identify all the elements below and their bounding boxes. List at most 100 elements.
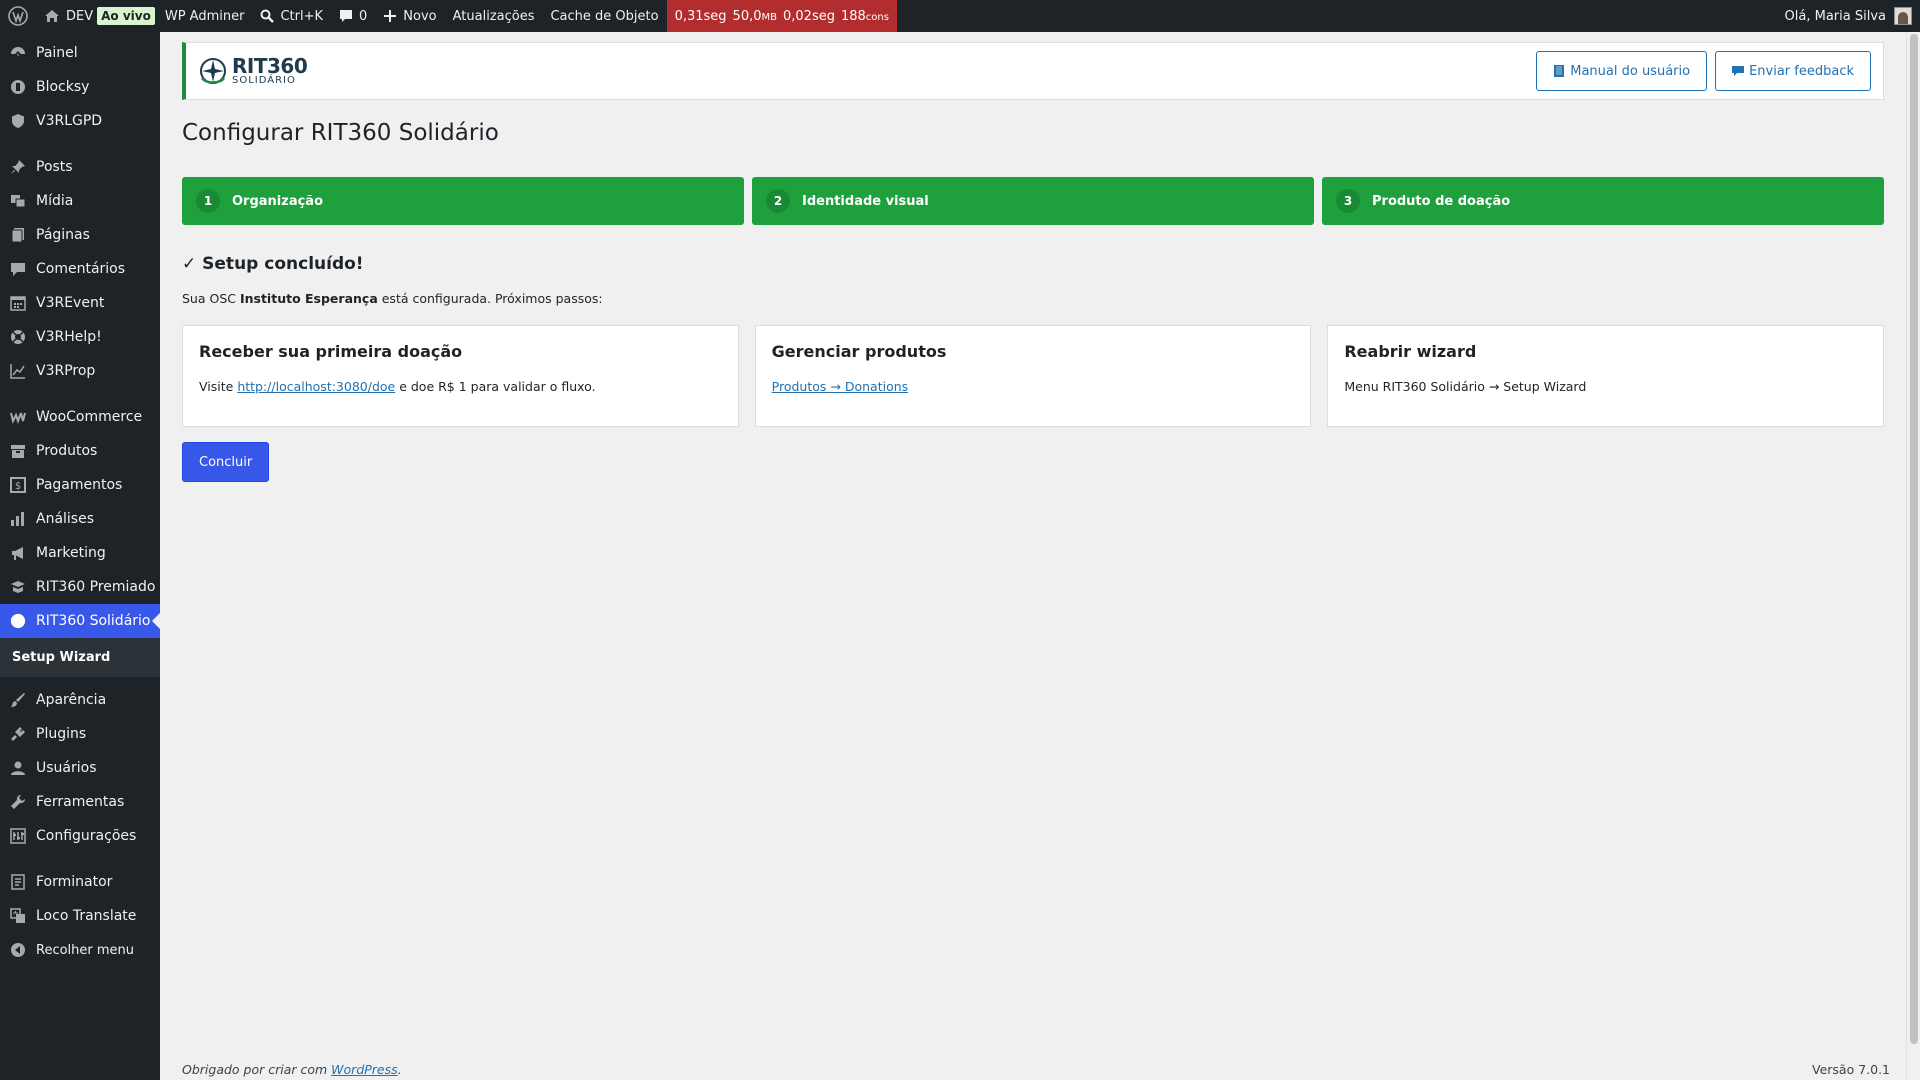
products-donations-link[interactable]: Produtos → Donations [772,379,908,394]
send-feedback-button[interactable]: Enviar feedback [1715,51,1871,91]
comments-link[interactable]: 0 [331,0,375,32]
plus-icon [384,10,397,22]
sidebar-item-v3rlgpd[interactable]: V3RLGPD [0,104,160,138]
sidebar-item-produtos[interactable]: Produtos [0,434,160,468]
sidebar-item-configuracoes[interactable]: Configurações [0,819,160,853]
command-search[interactable]: Ctrl+K [252,0,331,32]
megaphone-icon [10,545,26,561]
memory-usage: 50,0MB [732,8,777,24]
organization-name: Instituto Esperança [239,291,378,306]
sidebar-item-comentarios[interactable]: Comentários [0,252,160,286]
media-icon [10,193,26,209]
sidebar-item-label: Configurações [36,828,137,844]
step-number: 3 [1336,189,1360,213]
page-title: Configurar RIT360 Solidário [182,120,499,146]
sidebar-item-label: V3RProp [36,363,96,379]
feedback-icon [1732,66,1745,76]
sidebar-item-aparencia[interactable]: Aparência [0,683,160,717]
sidebar-item-posts[interactable]: Posts [0,150,160,184]
sidebar-item-v3revent[interactable]: V3REvent [0,286,160,320]
user-greeting: Olá, Maria Silva [1784,8,1886,24]
sidebar-item-label: Produtos [36,443,98,459]
chart-line-icon [10,363,26,379]
site-name-link[interactable]: DEV [36,0,101,32]
updates-link[interactable]: Atualizações [445,0,543,32]
object-cache-label: Cache de Objeto [550,8,659,24]
submenu-rit360-solidario: Setup Wizard [0,638,160,677]
sidebar-item-label: Ferramentas [36,794,125,810]
sidebar-item-forminator[interactable]: Forminator [0,865,160,899]
sidebar-item-usuarios[interactable]: Usuários [0,751,160,785]
logo-sub-text: SOLIDÁRIO [232,75,296,86]
award-icon [10,579,26,595]
scrollbar-thumb[interactable] [1910,34,1918,1044]
logo-main-text: RIT360 [232,54,308,78]
new-content-link[interactable]: Novo [375,0,444,32]
sidebar-item-label: Blocksy [36,79,90,95]
sidebar-item-label: Mídia [36,193,74,209]
collapse-menu-label: Recolher menu [36,942,135,958]
user-manual-label: Manual do usuário [1570,63,1691,79]
sidebar-item-rit360-solidario[interactable]: RIT360 Solidário [0,604,160,638]
user-account-link[interactable]: Olá, Maria Silva [1777,0,1912,32]
sidebar-item-marketing[interactable]: Marketing [0,536,160,570]
step-produto-de-doacao[interactable]: 3 Produto de doação [1322,177,1884,225]
updates-label: Atualizações [452,8,535,24]
wordpress-logo-icon[interactable] [0,0,36,32]
home-icon [45,10,59,22]
live-badge[interactable]: Ao vivo [97,7,155,25]
send-feedback-label: Enviar feedback [1749,63,1854,79]
card-title: Receber sua primeira doação [199,342,463,361]
query-monitor-stats[interactable]: 0,31seg 50,0MB 0,02seg 188cons [666,0,897,32]
sidebar-item-v3rhelp[interactable]: V3RHelp! [0,320,160,354]
comment-icon [340,10,353,22]
scrollbar[interactable] [1906,32,1920,1080]
sidebar-item-woocommerce[interactable]: WooCommerce [0,400,160,434]
sidebar-item-v3rprop[interactable]: V3RProp [0,354,160,388]
rit360-logo: RIT360 SOLIDÁRIO [198,54,308,86]
next-steps-cards: Receber sua primeira doação Visite http:… [182,325,1885,427]
wizard-steps: 1 Organização 2 Identidade visual 3 Prod… [182,177,1884,225]
donation-page-link[interactable]: http://localhost:3080/doe [237,379,395,394]
sidebar-item-label: Posts [36,159,73,175]
sidebar-item-paginas[interactable]: Páginas [0,218,160,252]
help-icon [10,329,26,345]
sidebar-item-midia[interactable]: Mídia [0,184,160,218]
user-manual-button[interactable]: Manual do usuário [1536,51,1708,91]
sidebar-item-label: Aparência [36,692,107,708]
translate-icon [10,908,26,924]
sidebar-item-ferramentas[interactable]: Ferramentas [0,785,160,819]
sidebar-item-label: RIT360 Solidário [36,613,151,629]
blocksy-icon [10,79,26,95]
sidebar-item-label: Loco Translate [36,908,137,924]
svg-text:$: $ [15,481,21,492]
step-label: Produto de doação [1372,193,1511,209]
sidebar-item-painel[interactable]: Painel [0,36,160,70]
step-identidade-visual[interactable]: 2 Identidade visual [752,177,1314,225]
sidebar-item-rit360-premiado[interactable]: RIT360 Premiado [0,570,160,604]
pin-icon [10,159,26,175]
submenu-item-setup-wizard[interactable]: Setup Wizard [0,644,160,671]
form-icon [10,874,26,890]
wordpress-link[interactable]: WordPress [331,1062,397,1077]
search-icon [260,9,275,23]
sidebar-item-label: Forminator [36,874,113,890]
sidebar-item-loco-translate[interactable]: Loco Translate [0,899,160,933]
object-cache-link[interactable]: Cache de Objeto [542,0,666,32]
wp-adminer-link[interactable]: WP Adminer [157,0,253,32]
step-organizacao[interactable]: 1 Organização [182,177,744,225]
sidebar-item-plugins[interactable]: Plugins [0,717,160,751]
card-text: Visite http://localhost:3080/doe e doe R… [199,379,596,394]
archive-icon [10,443,26,459]
finish-button[interactable]: Concluir [182,442,270,482]
sidebar-item-label: WooCommerce [36,409,143,425]
sidebar-item-pagamentos[interactable]: $ Pagamentos [0,468,160,502]
plugin-header: RIT360 SOLIDÁRIO Manual do usuário Envia… [182,42,1884,100]
query-time: 0,02seg [783,8,835,24]
shield-icon [10,113,26,129]
footer-credit: Obrigado por criar com WordPress. [182,1062,402,1077]
sidebar-item-label: Análises [36,511,95,527]
sidebar-item-analises[interactable]: Análises [0,502,160,536]
collapse-menu-button[interactable]: Recolher menu [0,933,160,967]
sidebar-item-blocksy[interactable]: Blocksy [0,70,160,104]
